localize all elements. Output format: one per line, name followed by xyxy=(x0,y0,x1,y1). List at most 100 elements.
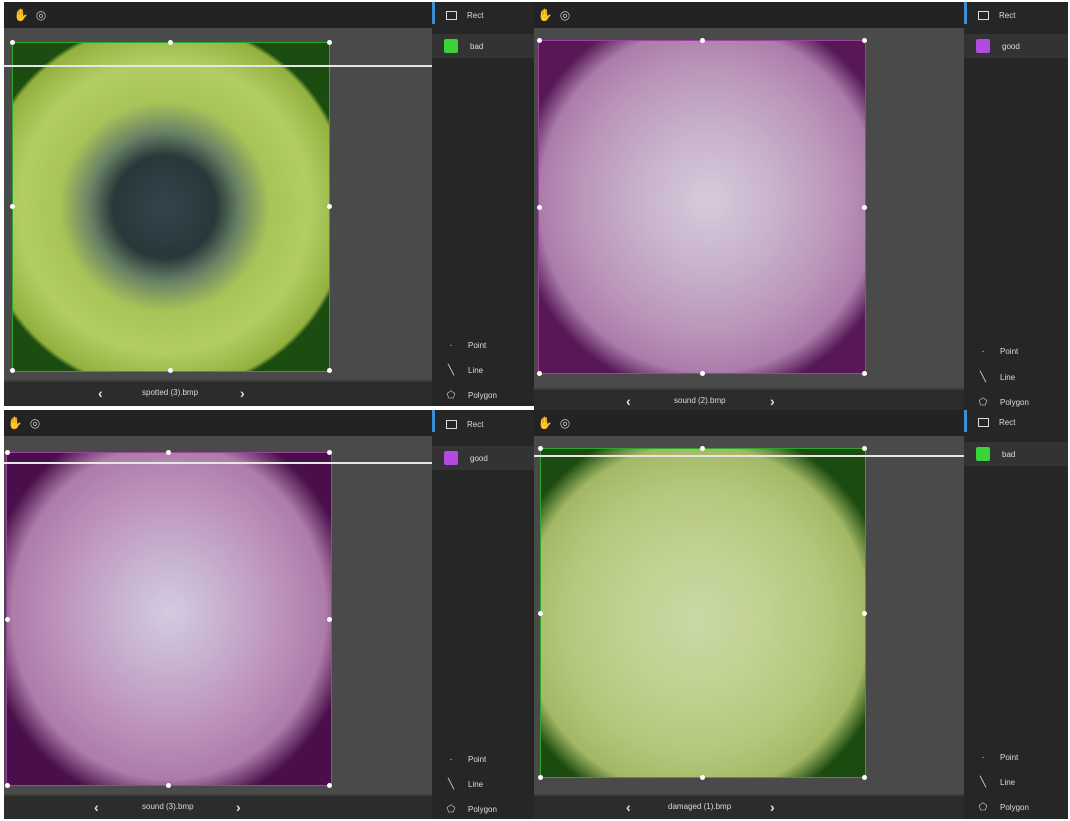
hand-icon[interactable]: ✋ xyxy=(536,414,554,432)
image-canvas[interactable] xyxy=(4,436,432,794)
point-tool[interactable]: · Point xyxy=(446,340,486,351)
toolbar: ✋ ◎ xyxy=(534,410,964,436)
crosshair-line xyxy=(4,65,432,67)
resize-handle[interactable] xyxy=(168,368,173,373)
tool-sidebar: Rect good · Point ╲ Line ⬠ Polygon xyxy=(964,2,1068,414)
bounding-box[interactable] xyxy=(540,448,866,778)
polygon-tool[interactable]: ⬠ Polygon xyxy=(446,804,497,815)
next-image-button[interactable]: › xyxy=(240,385,245,401)
resize-handle[interactable] xyxy=(537,205,542,210)
resize-handle[interactable] xyxy=(168,40,173,45)
label-color-swatch xyxy=(976,447,990,461)
rect-tool[interactable]: Rect xyxy=(446,420,483,429)
line-icon: ╲ xyxy=(979,372,987,383)
resize-handle[interactable] xyxy=(862,446,867,451)
line-tool[interactable]: ╲ Line xyxy=(978,777,1015,788)
point-tool[interactable]: · Point xyxy=(978,346,1018,357)
next-image-button[interactable]: › xyxy=(770,799,775,815)
resize-handle[interactable] xyxy=(862,205,867,210)
label-item-good[interactable]: good xyxy=(964,34,1068,58)
toolbar: ✋ ◎ xyxy=(4,410,432,436)
resize-handle[interactable] xyxy=(327,450,332,455)
image-filename: sound (2).bmp xyxy=(674,396,726,405)
bounding-box[interactable] xyxy=(12,42,330,372)
label-color-swatch xyxy=(976,39,990,53)
hand-icon[interactable]: ✋ xyxy=(536,6,554,24)
prev-image-button[interactable]: ‹ xyxy=(98,385,103,401)
resize-handle[interactable] xyxy=(5,783,10,788)
point-tool[interactable]: · Point xyxy=(978,752,1018,763)
next-image-button[interactable]: › xyxy=(770,393,775,409)
next-image-button[interactable]: › xyxy=(236,799,241,815)
label-item-bad[interactable]: bad xyxy=(432,34,536,58)
image-canvas[interactable] xyxy=(534,28,964,388)
resize-handle[interactable] xyxy=(700,775,705,780)
image-canvas[interactable] xyxy=(4,28,432,380)
resize-handle[interactable] xyxy=(10,40,15,45)
label-item-good[interactable]: good xyxy=(432,446,536,470)
polygon-icon: ⬠ xyxy=(446,390,456,401)
toolbar: ✋ ◎ xyxy=(4,2,432,28)
line-icon: ╲ xyxy=(447,365,455,376)
polygon-tool[interactable]: ⬠ Polygon xyxy=(978,802,1029,813)
target-icon[interactable]: ◎ xyxy=(26,414,44,432)
rect-icon xyxy=(446,11,457,20)
resize-handle[interactable] xyxy=(862,611,867,616)
resize-handle[interactable] xyxy=(327,617,332,622)
target-icon[interactable]: ◎ xyxy=(32,6,50,24)
tool-sidebar: Rect bad · Point ╲ Line ⬠ Polygon xyxy=(964,410,1068,819)
resize-handle[interactable] xyxy=(327,783,332,788)
rect-icon xyxy=(978,418,989,427)
polygon-icon: ⬠ xyxy=(978,397,988,408)
resize-handle[interactable] xyxy=(700,38,705,43)
rect-tool[interactable]: Rect xyxy=(446,11,483,20)
prev-image-button[interactable]: ‹ xyxy=(626,799,631,815)
file-navigator: ‹ spotted (3).bmp › xyxy=(4,382,432,406)
bounding-box[interactable] xyxy=(6,452,332,786)
resize-handle[interactable] xyxy=(538,775,543,780)
point-icon: · xyxy=(449,340,453,351)
resize-handle[interactable] xyxy=(10,204,15,209)
resize-handle[interactable] xyxy=(166,783,171,788)
image-canvas[interactable] xyxy=(534,436,964,794)
target-icon[interactable]: ◎ xyxy=(556,6,574,24)
resize-handle[interactable] xyxy=(5,617,10,622)
annotation-panel-2: ✋ ◎ ‹ sound (2).bmp › Rect good · Point ╲… xyxy=(534,2,1068,414)
resize-handle[interactable] xyxy=(327,368,332,373)
tool-sidebar: Rect good · Point ╲ Line ⬠ Polygon xyxy=(432,410,536,819)
resize-handle[interactable] xyxy=(862,371,867,376)
resize-handle[interactable] xyxy=(537,371,542,376)
point-tool[interactable]: · Point xyxy=(446,754,486,765)
resize-handle[interactable] xyxy=(538,446,543,451)
resize-handle[interactable] xyxy=(538,611,543,616)
crosshair-line xyxy=(4,462,432,464)
line-tool[interactable]: ╲ Line xyxy=(446,365,483,376)
resize-handle[interactable] xyxy=(862,775,867,780)
rect-icon xyxy=(978,11,989,20)
line-tool[interactable]: ╲ Line xyxy=(446,779,483,790)
hand-icon[interactable]: ✋ xyxy=(6,414,24,432)
resize-handle[interactable] xyxy=(700,371,705,376)
resize-handle[interactable] xyxy=(700,446,705,451)
rect-tool[interactable]: Rect xyxy=(978,418,1015,427)
resize-handle[interactable] xyxy=(5,450,10,455)
resize-handle[interactable] xyxy=(327,204,332,209)
polygon-tool[interactable]: ⬠ Polygon xyxy=(978,397,1029,408)
annotation-panel-3: ✋ ◎ ‹ sound (3).bmp › Rect good · Point ╲ xyxy=(4,410,536,819)
rect-tool[interactable]: Rect xyxy=(978,11,1015,20)
hand-icon[interactable]: ✋ xyxy=(12,6,30,24)
resize-handle[interactable] xyxy=(862,38,867,43)
resize-handle[interactable] xyxy=(327,40,332,45)
label-item-bad[interactable]: bad xyxy=(964,442,1068,466)
prev-image-button[interactable]: ‹ xyxy=(94,799,99,815)
polygon-icon: ⬠ xyxy=(978,802,988,813)
resize-handle[interactable] xyxy=(10,368,15,373)
prev-image-button[interactable]: ‹ xyxy=(626,393,631,409)
line-tool[interactable]: ╲ Line xyxy=(978,372,1015,383)
bounding-box[interactable] xyxy=(538,40,866,374)
label-color-swatch xyxy=(444,39,458,53)
resize-handle[interactable] xyxy=(537,38,542,43)
target-icon[interactable]: ◎ xyxy=(556,414,574,432)
resize-handle[interactable] xyxy=(166,450,171,455)
polygon-tool[interactable]: ⬠ Polygon xyxy=(446,390,497,401)
